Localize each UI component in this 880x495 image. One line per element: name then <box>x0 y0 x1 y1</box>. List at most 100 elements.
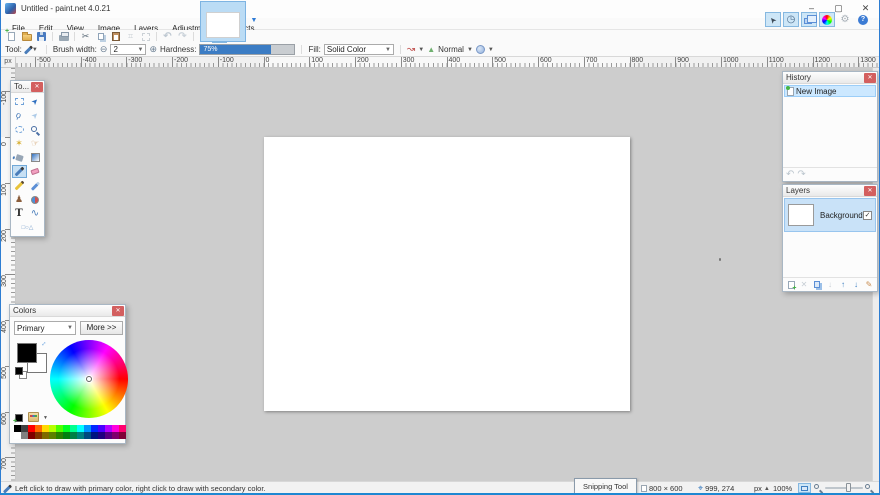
palette-swatch[interactable] <box>98 425 105 432</box>
hardness-slider[interactable]: 75% <box>199 44 295 55</box>
move-selection-tool[interactable] <box>28 109 43 122</box>
copy-button[interactable] <box>93 31 108 43</box>
palette-swatch[interactable] <box>21 425 28 432</box>
line-curve-tool[interactable] <box>28 207 43 220</box>
palette-swatch[interactable] <box>35 432 42 439</box>
curve-style-icon[interactable] <box>407 45 415 55</box>
colors-window-titlebar[interactable]: Colors ✕ <box>10 305 125 317</box>
undo-button[interactable]: ↶ <box>786 170 794 180</box>
palette-swatch[interactable] <box>91 432 98 439</box>
palette-swatch[interactable] <box>105 425 112 432</box>
antialiasing-icon[interactable] <box>427 46 435 54</box>
color-wheel-selector[interactable] <box>86 376 92 382</box>
color-mode-combo[interactable]: Primary ▼ <box>14 321 76 335</box>
undo-button[interactable] <box>160 31 175 43</box>
palette-swatch[interactable] <box>84 425 91 432</box>
clone-stamp-tool[interactable] <box>12 193 27 206</box>
palette-swatch[interactable] <box>70 432 77 439</box>
add-color-swatch[interactable] <box>15 414 23 422</box>
shapes-tool[interactable] <box>12 221 44 234</box>
layers-panel-toggle-button[interactable] <box>801 12 817 27</box>
deselect-button[interactable] <box>138 31 153 43</box>
duplicate-layer-button[interactable] <box>812 279 822 290</box>
zoom-out-button[interactable] <box>814 484 819 489</box>
layer-properties-button[interactable] <box>864 279 874 290</box>
palette-swatch[interactable] <box>21 432 28 439</box>
history-panel-toggle-button[interactable] <box>783 12 799 27</box>
zoom-to-window-button[interactable] <box>798 483 811 493</box>
palette-swatch[interactable] <box>77 425 84 432</box>
canvas[interactable] <box>264 137 630 411</box>
blend-mode-value[interactable]: Normal <box>438 45 464 54</box>
primary-color-swatch[interactable] <box>17 343 37 363</box>
pan-tool[interactable] <box>28 137 43 150</box>
palette-swatch[interactable] <box>77 432 84 439</box>
open-file-button[interactable] <box>19 31 34 43</box>
palette-swatch[interactable] <box>63 432 70 439</box>
layers-window-titlebar[interactable]: Layers ✕ <box>783 185 877 197</box>
move-layer-down-button[interactable] <box>851 279 861 290</box>
rectangle-select-tool[interactable] <box>12 95 27 108</box>
color-picker-tool[interactable] <box>28 179 43 192</box>
crop-button[interactable] <box>123 31 138 43</box>
palette-manager-icon[interactable] <box>28 412 39 422</box>
chevron-down-icon[interactable]: ▼ <box>43 415 48 421</box>
pencil-tool[interactable] <box>12 179 27 192</box>
ellipse-select-tool[interactable] <box>12 123 27 136</box>
more-button[interactable]: More >> <box>80 321 123 335</box>
chevron-down-icon[interactable]: ▼ <box>488 47 494 53</box>
unit-selector[interactable]: px ▲ <box>754 484 770 493</box>
palette-swatch[interactable] <box>28 432 35 439</box>
brush-width-combo[interactable]: 2 ▼ <box>110 44 146 55</box>
eraser-tool[interactable] <box>28 165 43 178</box>
palette-swatch[interactable] <box>49 425 56 432</box>
palette-swatch[interactable] <box>105 432 112 439</box>
cut-button[interactable] <box>78 31 93 43</box>
layer-row[interactable]: Background✓ <box>784 198 876 232</box>
color-wheel[interactable] <box>50 340 128 418</box>
save-button[interactable] <box>34 31 49 43</box>
tool-select-button[interactable]: ▼ <box>25 44 40 56</box>
brush-width-decrease-button[interactable]: ⊖ <box>100 44 108 55</box>
palette-swatch[interactable] <box>35 425 42 432</box>
palette-swatch[interactable] <box>49 432 56 439</box>
paste-button[interactable] <box>108 31 123 43</box>
layer-visibility-checkbox[interactable]: ✓ <box>863 211 872 220</box>
history-item[interactable]: New Image <box>784 85 876 97</box>
fill-style-combo[interactable]: Solid Color ▼ <box>324 44 394 55</box>
print-button[interactable] <box>56 31 71 43</box>
new-file-button[interactable] <box>4 31 19 43</box>
palette-swatch[interactable] <box>84 432 91 439</box>
brush-width-increase-button[interactable]: ⊕ <box>149 44 157 55</box>
reset-colors-icon[interactable] <box>15 367 26 378</box>
palette-swatch[interactable] <box>63 425 70 432</box>
palette-swatch[interactable] <box>70 425 77 432</box>
palette-swatch[interactable] <box>119 425 126 432</box>
lasso-select-tool[interactable] <box>12 109 27 122</box>
zoom-slider-thumb[interactable] <box>846 483 851 492</box>
palette-swatch[interactable] <box>56 425 63 432</box>
tools-panel-toggle-button[interactable] <box>765 12 781 27</box>
zoom-tool[interactable] <box>28 123 43 136</box>
close-icon[interactable]: ✕ <box>112 306 124 316</box>
close-icon[interactable]: ✕ <box>864 73 876 83</box>
gradient-tool[interactable] <box>28 151 43 164</box>
colors-panel-toggle-button[interactable] <box>819 12 835 27</box>
magic-wand-tool[interactable] <box>12 137 27 150</box>
help-button[interactable] <box>855 12 871 27</box>
redo-button[interactable]: ↷ <box>797 170 805 180</box>
palette-swatch[interactable] <box>112 425 119 432</box>
add-layer-button[interactable] <box>786 279 796 290</box>
move-selected-pixels-tool[interactable] <box>28 95 43 108</box>
recolor-tool[interactable] <box>28 193 43 206</box>
redo-button[interactable] <box>175 31 190 43</box>
palette-swatch[interactable] <box>42 425 49 432</box>
chevron-down-icon[interactable]: ▼ <box>467 47 473 53</box>
image-tab[interactable] <box>200 1 246 42</box>
zoom-in-button[interactable] <box>865 484 870 489</box>
chevron-down-icon[interactable]: ▼ <box>418 47 424 53</box>
text-tool[interactable] <box>12 207 27 220</box>
palette-swatch[interactable] <box>119 432 126 439</box>
palette-swatch[interactable] <box>112 432 119 439</box>
swap-colors-icon[interactable]: ↔ <box>39 339 49 349</box>
